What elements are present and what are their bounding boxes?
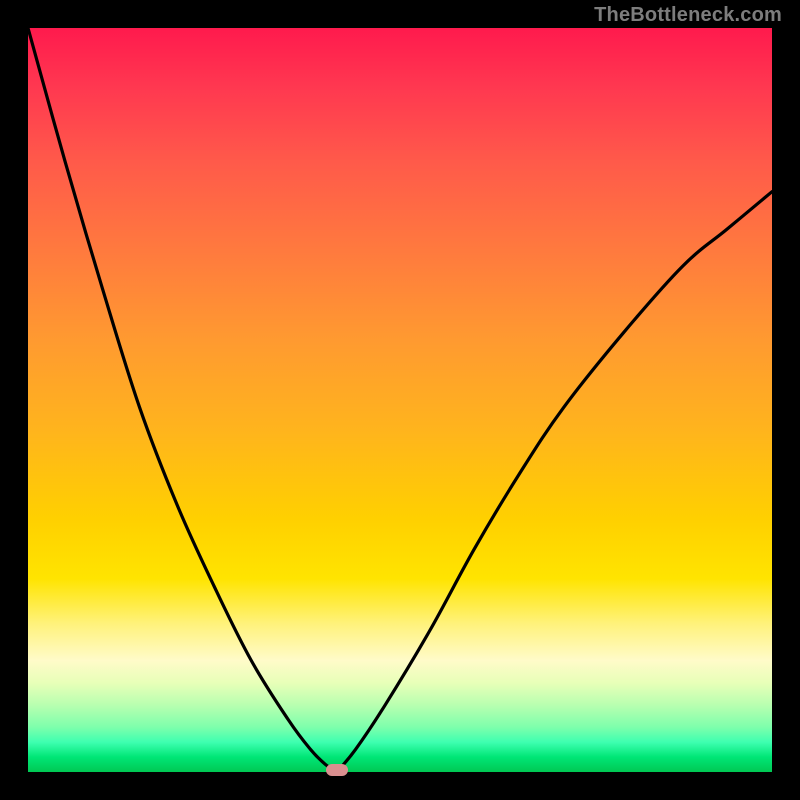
curve-right-branch — [337, 192, 772, 772]
bottleneck-curve — [28, 28, 772, 772]
curve-left-branch — [28, 28, 337, 772]
minimum-marker — [326, 764, 348, 776]
watermark-text: TheBottleneck.com — [594, 4, 782, 27]
chart-frame: TheBottleneck.com — [0, 0, 800, 800]
